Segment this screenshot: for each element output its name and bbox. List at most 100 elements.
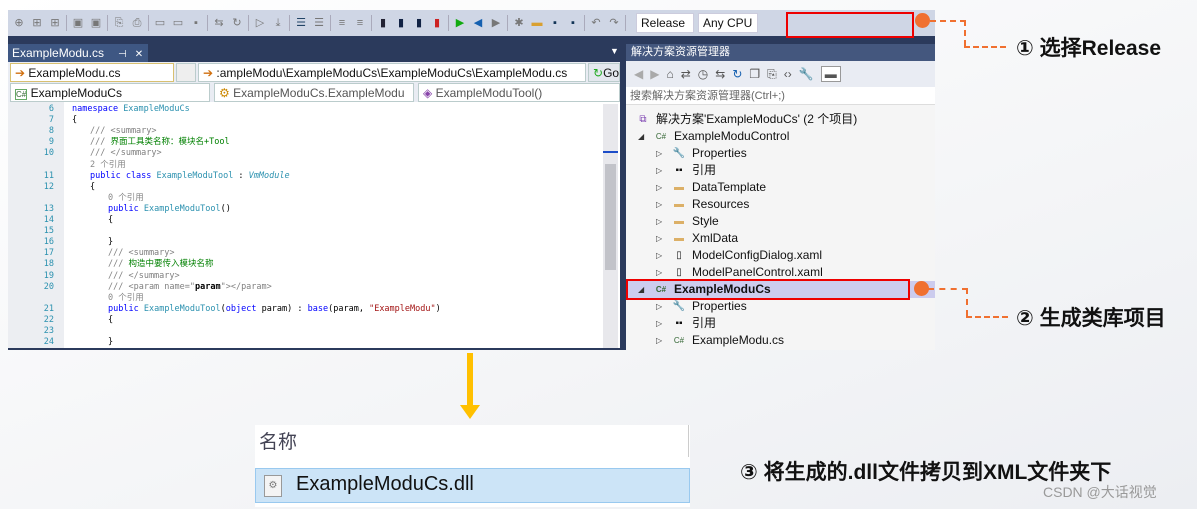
expand-icon[interactable]: ▷ [656, 247, 662, 264]
expand-icon[interactable]: ▷ [656, 162, 662, 179]
configuration-select[interactable]: Release ▾ [636, 13, 694, 47]
image-icon[interactable]: ▣ [71, 16, 85, 30]
expand-icon[interactable]: ▷ [656, 315, 662, 332]
go-button[interactable]: ↻Go [588, 63, 620, 82]
tree-item[interactable]: ▷ ▬ DataTemplate [626, 179, 935, 196]
pin-icon[interactable]: ⊣ [118, 49, 127, 60]
undo-icon[interactable]: ↶ [589, 16, 603, 30]
project-combo[interactable]: C# ExampleModuCs [10, 83, 210, 102]
find-icon[interactable]: ⎘ [112, 16, 126, 30]
scrollbar-thumb[interactable] [605, 164, 616, 270]
tree-item[interactable]: ▷ 🔧 Properties [626, 145, 935, 162]
home-icon[interactable]: ⌂ [666, 67, 673, 81]
code-line[interactable]: 6 namespace ExampleModuCs [8, 104, 608, 115]
image-icon[interactable]: ▣ [89, 16, 103, 30]
save-icon[interactable]: ▪ [548, 16, 562, 30]
code-line[interactable]: 24} [8, 337, 608, 348]
save-all-icon[interactable]: ▪ [566, 16, 580, 30]
expand-icon[interactable]: ▷ [656, 213, 662, 230]
indent-icon[interactable]: ☰ [294, 16, 308, 30]
expand-icon[interactable]: ▷ [656, 196, 662, 213]
editor-scrollbar[interactable] [603, 104, 618, 348]
expand-icon[interactable]: ▷ [656, 230, 662, 247]
tree-item[interactable]: ▷ ▪▪ 引用 [626, 162, 935, 179]
tree-item[interactable]: ▷ 🔧 Properties [626, 298, 935, 315]
clear-bookmark-icon[interactable]: ▮ [430, 16, 444, 30]
sync-icon[interactable]: ⇄ [681, 67, 691, 81]
code-line[interactable]: 19 /// </summary> [8, 271, 608, 282]
redo-icon[interactable]: ↷ [607, 16, 621, 30]
expand-icon[interactable]: ▷ [656, 332, 662, 349]
expand-icon[interactable]: ▷ [656, 298, 662, 315]
code-line[interactable]: 23 [8, 326, 608, 337]
tab-examplemodu-cs[interactable]: ExampleModu.cs ⊣ ✕ [8, 44, 148, 62]
class-combo[interactable]: ⚙ ExampleModuCs.ExampleModu [214, 83, 414, 102]
swap-icon[interactable]: ⇆ [715, 67, 725, 81]
forward-icon[interactable]: ▶ [650, 67, 659, 81]
code-line[interactable]: 10 /// </summary> [8, 148, 608, 159]
download-icon[interactable]: ⤓ [271, 16, 285, 30]
doc-icon[interactable]: ▭ [153, 16, 167, 30]
history-icon[interactable]: ◷ [698, 67, 708, 81]
tree-item[interactable]: ▷ ▯ ModelConfigDialog.xaml [626, 247, 935, 264]
code-line[interactable]: 17 /// <summary> [8, 248, 608, 259]
refresh-icon[interactable]: ↻ [230, 16, 244, 30]
member-combo[interactable]: ◈ ExampleModuTool() [418, 83, 620, 102]
tree-item[interactable]: ▷ ▬ Resources [626, 196, 935, 213]
code-line[interactable]: 8 /// <summary> [8, 126, 608, 137]
play-icon[interactable]: ▷ [253, 16, 267, 30]
add-icon[interactable]: ⊞ [30, 16, 44, 30]
code-line[interactable]: 2 个引用 [8, 160, 608, 171]
copy-icon[interactable]: ⎘ [767, 67, 777, 82]
next-bookmark-icon[interactable]: ▮ [412, 16, 426, 30]
outdent-icon[interactable]: ☰ [312, 16, 326, 30]
open-folder-icon[interactable]: ▬ [530, 16, 544, 30]
platform-select[interactable]: Any CPU [698, 13, 758, 33]
tree-item[interactable]: ▷ ▬ Style [626, 213, 935, 230]
tree-item[interactable]: ▷ C# ExampleModu.cs [626, 332, 935, 349]
code-editor[interactable]: 6 namespace ExampleModuCs 7{8/// <summary>… [8, 102, 620, 348]
code-line[interactable]: 13 public ExampleModuTool() [8, 204, 608, 215]
word-icon[interactable]: ▪ [189, 16, 203, 30]
code-line[interactable]: 22 { [8, 315, 608, 326]
code-line[interactable]: 20 /// <param name="param"></param> [8, 282, 608, 293]
code-line[interactable]: 12 { [8, 182, 608, 193]
add-icon[interactable]: ⊞ [48, 16, 62, 30]
file-combo[interactable]: ➔ ExampleModu.cs [10, 63, 174, 82]
pdf-icon[interactable]: ▭ [171, 16, 185, 30]
back-icon[interactable]: ◀ [634, 67, 643, 81]
back-icon[interactable]: ◀ [471, 16, 485, 30]
code-line[interactable]: 14 { [8, 215, 608, 226]
path-combo[interactable]: ➔ :ampleModu\ExampleModuCs\ExampleModuCs… [198, 63, 586, 82]
swap-icon[interactable]: ⇆ [212, 16, 226, 30]
start-icon[interactable]: ▶ [453, 16, 467, 30]
wrench-icon[interactable]: 🔧 [799, 67, 814, 81]
prev-bookmark-icon[interactable]: ▮ [394, 16, 408, 30]
code-line[interactable]: 0 个引用 [8, 293, 608, 304]
tree-item[interactable]: ⧉ 解决方案'ExampleModuCs' (2 个项目) [626, 111, 935, 128]
expand-icon[interactable]: ▷ [656, 145, 662, 162]
chevron-down-icon[interactable]: ▼ [610, 46, 619, 56]
print-icon[interactable]: ⎙ [130, 16, 144, 30]
solution-search-input[interactable]: 搜索解决方案资源管理器(Ctrl+;) [626, 87, 935, 105]
code-line[interactable]: 9 /// 界面工具类名称：模块名+Tool [8, 137, 608, 148]
tree-item[interactable]: ▷ ▪▪ 引用 [626, 315, 935, 332]
file-combo-spinner[interactable] [176, 63, 196, 82]
code-icon[interactable]: ‹› [784, 67, 792, 81]
forward-icon[interactable]: ▶ [489, 16, 503, 30]
tree-item[interactable]: ◢ C# ExampleModuControl [626, 128, 935, 145]
column-header-name[interactable]: 名称 [259, 427, 297, 454]
code-line[interactable]: 11 public class ExampleModuTool : VmModul… [8, 171, 608, 182]
expand-icon[interactable]: ◢ [638, 128, 644, 145]
new-project-icon[interactable]: ✱ [512, 16, 526, 30]
bookmark-icon[interactable]: ▮ [376, 16, 390, 30]
collapse-icon[interactable]: ❐ [749, 67, 760, 81]
close-icon[interactable]: ✕ [135, 49, 143, 60]
expand-icon[interactable]: ▷ [656, 179, 662, 196]
new-item-icon[interactable]: ⊕ [12, 16, 26, 30]
comment-icon[interactable]: ≡ [335, 16, 349, 30]
uncomment-icon[interactable]: ≡ [353, 16, 367, 30]
code-line[interactable]: 0 个引用 [8, 193, 608, 204]
preview-icon[interactable]: ▬ [820, 66, 841, 82]
code-line[interactable]: 15 [8, 226, 608, 237]
